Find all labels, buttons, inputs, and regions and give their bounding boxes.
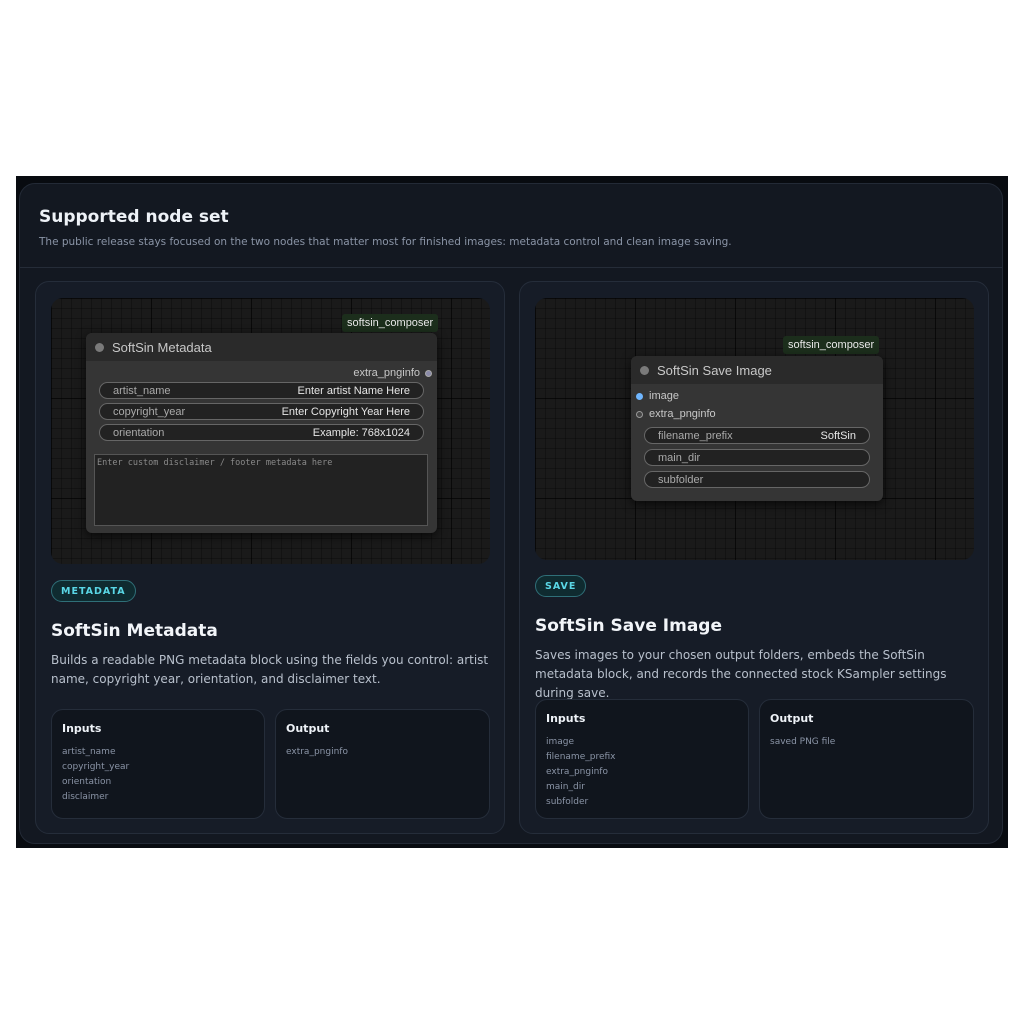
composer-tag: softsin_composer xyxy=(783,336,880,354)
input-item: disclaimer xyxy=(62,792,109,802)
inputs-list: artist_name copyright_year orientation d… xyxy=(62,745,129,805)
save-badge: SAVE xyxy=(535,575,587,597)
input-item: copyright_year xyxy=(62,762,130,772)
output-slot-label: extra_pnginfo xyxy=(353,367,420,379)
composer-tag: softsin_composer xyxy=(342,314,439,332)
card-title: SoftSin Metadata xyxy=(51,621,218,641)
widget-label: filename_prefix xyxy=(658,430,733,442)
subfolder-widget[interactable]: subfolder xyxy=(644,471,870,488)
inputs-list: image filename_prefix extra_pnginfo main… xyxy=(546,735,615,810)
node-header[interactable]: SoftSin Metadata xyxy=(86,333,437,361)
section-subtitle: The public release stays focused on the … xyxy=(39,236,732,248)
output-item: extra_pnginfo xyxy=(286,747,348,757)
node-header[interactable]: SoftSin Save Image xyxy=(631,356,883,384)
output-box: Output saved PNG file xyxy=(759,699,974,819)
input-slot-label: extra_pnginfo xyxy=(649,408,716,420)
inputs-title: Inputs xyxy=(62,722,102,735)
inputs-title: Inputs xyxy=(546,712,586,725)
metadata-node-preview: softsin_composer SoftSin Metadata extra_… xyxy=(51,298,490,564)
copyright-year-widget[interactable]: copyright_year Enter Copyright Year Here xyxy=(99,403,424,420)
input-item: artist_name xyxy=(62,747,116,757)
metadata-badge: METADATA xyxy=(51,580,136,602)
card-description: Saves images to your chosen output folde… xyxy=(535,648,947,700)
metadata-node[interactable]: SoftSin Metadata extra_pnginfo artist_na… xyxy=(86,333,437,533)
disclaimer-textarea[interactable]: Enter custom disclaimer / footer metadat… xyxy=(94,454,428,526)
save-image-node[interactable]: SoftSin Save Image image extra_pnginfo f… xyxy=(631,356,883,501)
widget-label: main_dir xyxy=(658,452,701,464)
image-slot-dot-icon[interactable] xyxy=(636,393,643,400)
inputs-box: Inputs image filename_prefix extra_pngin… xyxy=(535,699,749,819)
card-description: Builds a readable PNG metadata block usi… xyxy=(51,653,489,686)
input-item: filename_prefix xyxy=(546,752,616,762)
widget-label: copyright_year xyxy=(113,406,186,418)
metadata-node-card: softsin_composer SoftSin Metadata extra_… xyxy=(35,281,505,834)
collapse-dot-icon[interactable] xyxy=(640,366,649,375)
inputs-box: Inputs artist_name copyright_year orient… xyxy=(51,709,265,819)
card-title: SoftSin Save Image xyxy=(535,616,722,636)
output-title: Output xyxy=(770,712,814,725)
widget-value: Example: 768x1024 xyxy=(312,427,410,439)
orientation-widget[interactable]: orientation Example: 768x1024 xyxy=(99,424,424,441)
outputs-list: extra_pnginfo xyxy=(286,745,348,760)
input-item: extra_pnginfo xyxy=(546,767,608,777)
artist-name-widget[interactable]: artist_name Enter artist Name Here xyxy=(99,382,424,399)
widget-value: Enter artist Name Here xyxy=(297,385,410,397)
output-slot-dot-icon[interactable] xyxy=(425,370,432,377)
widget-label: orientation xyxy=(113,427,165,439)
input-item: subfolder xyxy=(546,797,589,807)
outputs-list: saved PNG file xyxy=(770,735,835,750)
extra-pnginfo-slot-dot-icon[interactable] xyxy=(636,411,643,418)
input-slot-label: image xyxy=(649,390,679,402)
widget-value: SoftSin xyxy=(820,430,856,442)
widget-label: artist_name xyxy=(113,385,171,397)
filename-prefix-widget[interactable]: filename_prefix SoftSin xyxy=(644,427,870,444)
input-item: main_dir xyxy=(546,782,585,792)
input-item: orientation xyxy=(62,777,112,787)
panel-header: Supported node set The public release st… xyxy=(20,184,1002,268)
node-title: SoftSin Save Image xyxy=(657,363,772,378)
output-title: Output xyxy=(286,722,330,735)
save-image-node-preview: softsin_composer SoftSin Save Image imag… xyxy=(535,298,974,560)
widget-value: Enter Copyright Year Here xyxy=(281,406,410,418)
section-title: Supported node set xyxy=(39,207,229,227)
save-image-node-card: softsin_composer SoftSin Save Image imag… xyxy=(519,281,989,834)
input-item: image xyxy=(546,737,575,747)
output-box: Output extra_pnginfo xyxy=(275,709,490,819)
output-item: saved PNG file xyxy=(770,737,836,747)
main-dir-widget[interactable]: main_dir xyxy=(644,449,870,466)
collapse-dot-icon[interactable] xyxy=(95,343,104,352)
node-title: SoftSin Metadata xyxy=(112,340,212,355)
widget-label: subfolder xyxy=(658,474,704,486)
